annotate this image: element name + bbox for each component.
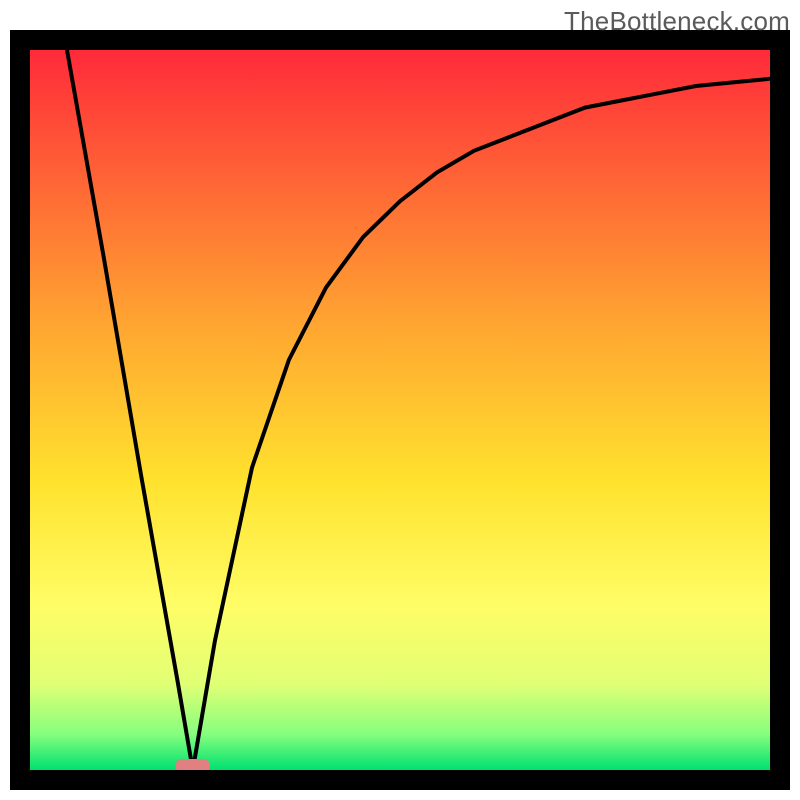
watermark-text: TheBottleneck.com <box>564 6 790 37</box>
gradient-background <box>30 50 770 770</box>
chart-container: TheBottleneck.com <box>0 0 800 800</box>
bottleneck-chart <box>0 0 800 800</box>
